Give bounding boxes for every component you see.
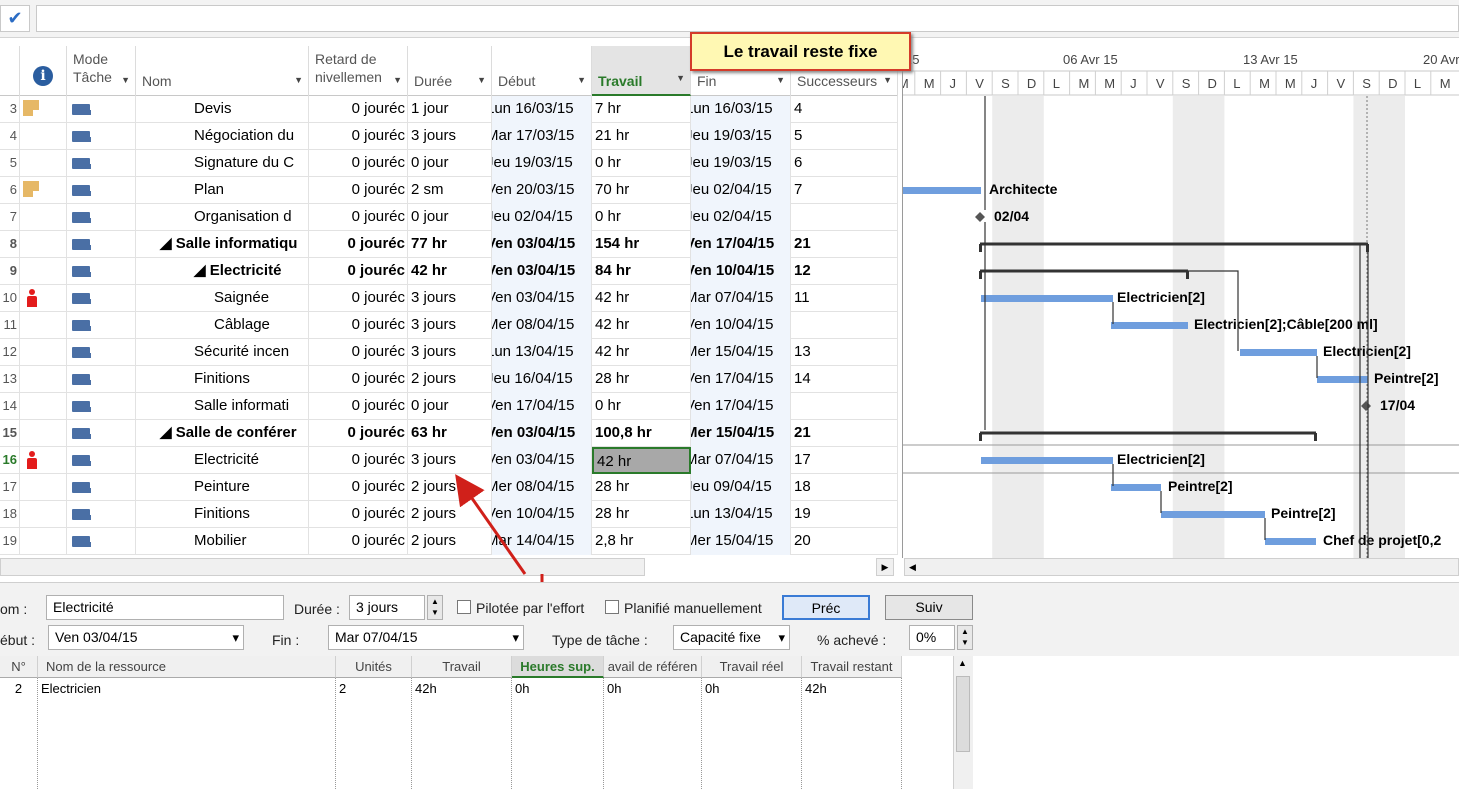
resource-cell[interactable]: 0h: [512, 678, 604, 789]
fin-label: Fin :: [272, 632, 300, 648]
debut-label: ébut :: [0, 632, 36, 648]
resource-cell[interactable]: 2: [0, 678, 38, 789]
prec-button[interactable]: Préc: [782, 595, 870, 620]
resource-cell[interactable]: 42h: [412, 678, 512, 789]
achev-label: % achevé :: [817, 632, 887, 648]
pilotee-label: Pilotée par l'effort: [476, 600, 585, 616]
suiv-button[interactable]: Suiv: [885, 595, 973, 620]
type-label: Type de tâche :: [552, 632, 648, 648]
resource-scrollbar[interactable]: ▲: [953, 656, 973, 789]
fin-field[interactable]: Mar 07/04/15: [328, 625, 524, 650]
name-label: om :: [0, 601, 28, 617]
manuel-label: Planifié manuellement: [624, 600, 762, 616]
resource-col-header[interactable]: Travail restant: [802, 656, 902, 678]
duree-label: Durée :: [294, 601, 340, 617]
scroll-thumb[interactable]: [956, 676, 970, 752]
resource-grid: N° 2 Nom de la ressource Electricien Unités 2…: [0, 656, 952, 789]
resource-col-header[interactable]: avail de référen: [604, 656, 702, 678]
pilotee-checkbox[interactable]: [457, 600, 471, 614]
resource-cell[interactable]: 0h: [604, 678, 702, 789]
resource-cell[interactable]: 2: [336, 678, 412, 789]
resource-cell[interactable]: 0h: [702, 678, 802, 789]
scroll-up-icon[interactable]: ▲: [958, 658, 967, 668]
achev-stepper[interactable]: ▲ ▼: [957, 625, 973, 650]
duree-stepper[interactable]: ▲ ▼: [427, 595, 443, 620]
manuel-checkbox[interactable]: [605, 600, 619, 614]
name-field[interactable]: Electricité: [46, 595, 284, 620]
resource-col-header[interactable]: N°: [0, 656, 38, 678]
achev-field[interactable]: 0%: [909, 625, 955, 650]
duree-field[interactable]: 3 jours: [349, 595, 425, 620]
resource-col-header[interactable]: Travail réel: [702, 656, 802, 678]
resource-col-header[interactable]: Nom de la ressource: [38, 656, 336, 678]
type-field[interactable]: Capacité fixe: [673, 625, 790, 650]
project-window: ✔ Mode Tâche ▼ Nom ▼ Retard de nivellemen ▼…: [0, 0, 1459, 789]
arrow-to-duration: [455, 474, 527, 575]
resource-cell[interactable]: 42h: [802, 678, 902, 789]
resource-cell[interactable]: Electricien: [38, 678, 336, 789]
resource-col-header[interactable]: Unités: [336, 656, 412, 678]
task-form: om : Electricité Durée : 3 jours ▲ ▼ Pilo…: [0, 582, 1459, 656]
resource-col-header[interactable]: Travail: [412, 656, 512, 678]
resource-col-header[interactable]: Heures sup.: [512, 656, 604, 678]
debut-field[interactable]: Ven 03/04/15: [48, 625, 244, 650]
